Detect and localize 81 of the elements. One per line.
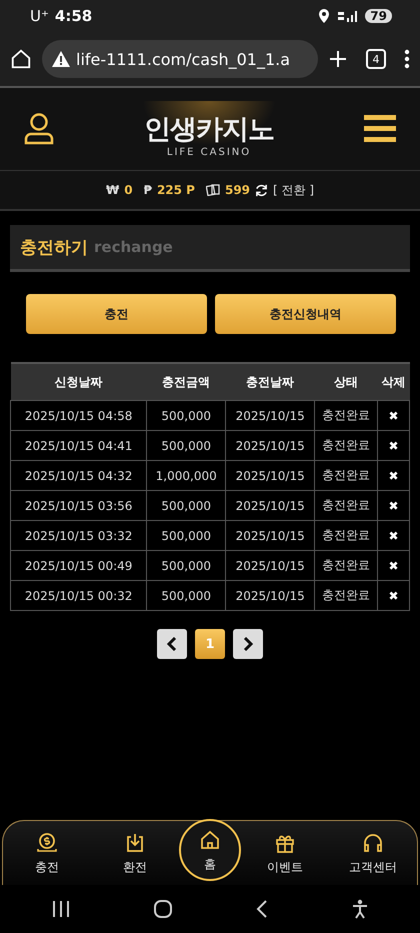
- column-header: 상태: [314, 363, 378, 400]
- table-cell: 충전완료: [314, 490, 378, 520]
- location-icon: [319, 9, 330, 23]
- chevron-left-icon: [166, 637, 178, 651]
- next-button[interactable]: [233, 629, 263, 659]
- user-icon[interactable]: [24, 113, 54, 145]
- delete-button[interactable]: ✖: [377, 460, 410, 490]
- table-cell: 2025/10/15: [226, 400, 315, 430]
- coin-icon: [35, 830, 59, 854]
- currency-symbol: ₩: [106, 183, 120, 197]
- url-text: life-1111.com/cash_01_1.a: [76, 50, 290, 68]
- action-button[interactable]: 충전: [26, 294, 207, 334]
- carrier-label: U⁺: [30, 7, 49, 25]
- delete-button[interactable]: ✖: [377, 490, 410, 520]
- table-cell: 500,000: [146, 520, 226, 550]
- delete-button[interactable]: ✖: [377, 400, 410, 430]
- logo-title: 인생카지노: [144, 112, 274, 146]
- nav-item[interactable]: 이벤트: [241, 830, 329, 876]
- warning-icon: [52, 51, 70, 67]
- nav-item[interactable]: 충전: [3, 830, 91, 876]
- plus-icon[interactable]: [328, 49, 348, 69]
- chevron-right-icon: [242, 637, 254, 651]
- delete-button[interactable]: ✖: [377, 520, 410, 550]
- column-header: 삭제: [377, 363, 410, 400]
- delete-button[interactable]: ✖: [377, 580, 410, 610]
- menu-icon[interactable]: [404, 49, 410, 69]
- table-cell: 2025/10/15 04:32: [10, 460, 147, 490]
- delete-button[interactable]: ✖: [377, 550, 410, 580]
- convert-link[interactable]: [ 전환 ]: [273, 182, 314, 198]
- clock: 4:58: [54, 7, 92, 25]
- tab-count[interactable]: 4: [366, 49, 386, 69]
- table-cell: 500,000: [146, 430, 226, 460]
- table-cell: 충전완료: [314, 400, 378, 430]
- nav-item[interactable]: 고객센터: [329, 830, 417, 876]
- table-cell: 충전완료: [314, 430, 378, 460]
- home-icon[interactable]: [154, 900, 172, 918]
- point-balance: 225 P: [156, 183, 195, 197]
- menu-icon[interactable]: [364, 115, 396, 143]
- previous-button[interactable]: [157, 629, 187, 659]
- back-icon[interactable]: [256, 900, 268, 918]
- table-cell: 충전완료: [314, 460, 378, 490]
- table-cell: 2025/10/15 03:56: [10, 490, 147, 520]
- table-cell: 2025/10/15 03:32: [10, 520, 147, 550]
- delete-button[interactable]: ✖: [377, 430, 410, 460]
- table-cell: 500,000: [146, 550, 226, 580]
- section-subtitle: rechange: [94, 238, 173, 256]
- signal-icon: [337, 10, 360, 22]
- table-cell: 2025/10/15 04:41: [10, 430, 147, 460]
- nav-item[interactable]: 홈: [179, 819, 241, 881]
- table-cell: 1,000,000: [146, 460, 226, 490]
- table-cell: 500,000: [146, 490, 226, 520]
- table-cell: 2025/10/15: [226, 490, 315, 520]
- table-cell: 500,000: [146, 400, 226, 430]
- column-header: 충전날짜: [226, 363, 315, 400]
- table-cell: 2025/10/15: [226, 430, 315, 460]
- table-cell: 충전완료: [314, 580, 378, 610]
- table-cell: 2025/10/15: [226, 580, 315, 610]
- recent-apps-icon[interactable]: [52, 901, 70, 917]
- table-cell: 2025/10/15: [226, 520, 315, 550]
- column-header: 충전금액: [146, 363, 226, 400]
- cards-icon: [206, 184, 220, 196]
- column-header: 신청날짜: [10, 363, 147, 400]
- table-cell: 500,000: [146, 580, 226, 610]
- cash-balance: 0: [124, 183, 133, 197]
- table-cell: 2025/10/15 00:32: [10, 580, 147, 610]
- table-cell: 2025/10/15 00:49: [10, 550, 147, 580]
- refresh-icon[interactable]: [255, 184, 268, 196]
- address-bar[interactable]: life-1111.com/cash_01_1.a: [42, 40, 318, 78]
- accessibility-icon[interactable]: [352, 899, 368, 919]
- table-cell: 충전완료: [314, 520, 378, 550]
- chip-balance: 599: [224, 183, 250, 197]
- logo-subtitle: LIFE CASINO: [166, 146, 252, 158]
- point-symbol: ₱: [144, 183, 152, 197]
- battery-indicator: 79: [365, 9, 392, 23]
- nav-item[interactable]: 환전: [91, 830, 179, 876]
- table-cell: 2025/10/15: [226, 550, 315, 580]
- section-title: 충전하기: [20, 236, 88, 258]
- table-cell: 2025/10/15: [226, 460, 315, 490]
- table-cell: 2025/10/15 04:58: [10, 400, 147, 430]
- action-button[interactable]: 충전신청내역: [215, 294, 396, 334]
- table-cell: 충전완료: [314, 550, 378, 580]
